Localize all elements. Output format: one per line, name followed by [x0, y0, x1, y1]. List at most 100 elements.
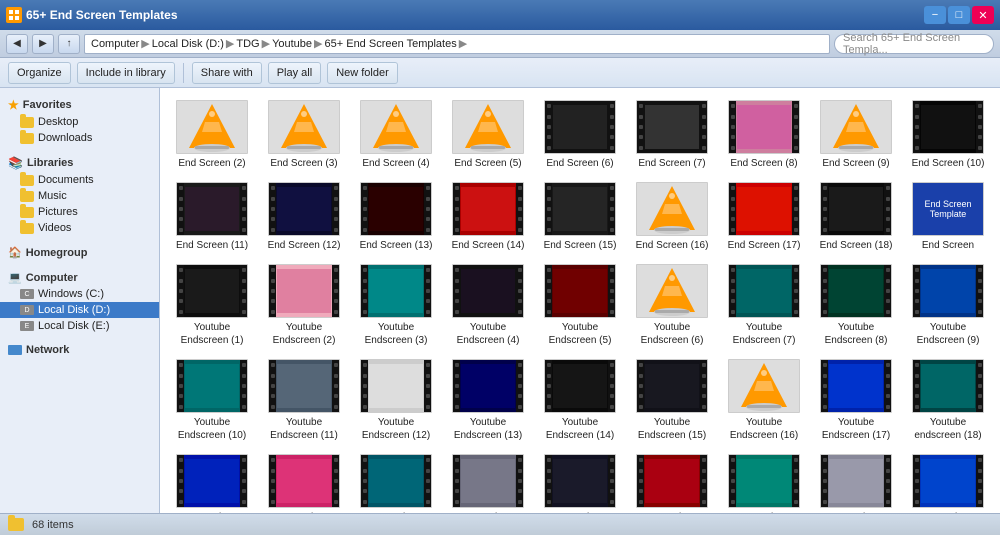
file-item[interactable]: Youtube Endscreen (4) [444, 260, 532, 351]
file-item[interactable]: End Screen (8) [720, 96, 808, 174]
file-item[interactable]: End Screen (5) [444, 96, 532, 174]
file-thumbnail [820, 264, 892, 318]
content-area[interactable]: End Screen (2) End Screen (3) End Screen… [160, 88, 1000, 513]
file-label: Youtube endscreen (22) [446, 511, 530, 513]
file-item[interactable]: Youtube Endscreen (14) [536, 355, 624, 446]
status-bar: 68 items [0, 513, 1000, 535]
file-item[interactable]: End Screen (12) [260, 178, 348, 256]
file-thumbnail [452, 359, 524, 413]
close-button[interactable]: ✕ [972, 6, 994, 24]
file-item[interactable]: Youtube Endscreen (10) [168, 355, 256, 446]
file-item[interactable]: End Screen (11) [168, 178, 256, 256]
file-item[interactable]: Youtube endscreen (25) [720, 450, 808, 513]
file-item[interactable]: End Screen (9) [812, 96, 900, 174]
sidebar-item-videos[interactable]: Videos [0, 220, 159, 236]
file-item[interactable]: End Screen (13) [352, 178, 440, 256]
sidebar-item-music[interactable]: Music [0, 188, 159, 204]
file-label: End Screen (13) [360, 239, 433, 252]
up-button[interactable]: ↑ [58, 34, 80, 54]
status-folder-icon [8, 518, 24, 531]
breadcrumb-youtube[interactable]: Youtube [272, 38, 312, 50]
file-item[interactable]: Youtube Endscreen (5) [536, 260, 624, 351]
file-item[interactable]: End Screen (2) [168, 96, 256, 174]
forward-button[interactable]: ▶ [32, 34, 54, 54]
file-item[interactable]: Youtube endscreen (26) [812, 450, 900, 513]
file-item[interactable]: Youtube endscreen (18) [904, 355, 992, 446]
file-item[interactable]: Youtube endscreen (21) [352, 450, 440, 513]
maximize-button[interactable]: □ [948, 6, 970, 24]
file-item[interactable]: Youtube endscreen (23) [536, 450, 624, 513]
sidebar-item-local-e[interactable]: E Local Disk (E:) [0, 318, 159, 334]
breadcrumb-folder[interactable]: 65+ End Screen Templates [325, 38, 457, 50]
sidebar-item-pictures[interactable]: Pictures [0, 204, 159, 220]
file-label: End Screen (8) [730, 157, 797, 170]
file-item[interactable]: Youtube Endscreen (1) [168, 260, 256, 351]
file-item[interactable]: End Screen (3) [260, 96, 348, 174]
file-thumbnail [912, 359, 984, 413]
file-item[interactable]: End Screen (6) [536, 96, 624, 174]
file-item[interactable]: Youtube endscreen (19) [168, 450, 256, 513]
file-item[interactable]: End Screen (16) [628, 178, 716, 256]
breadcrumb[interactable]: Computer ▶ Local Disk (D:) ▶ TDG ▶ Youtu… [84, 34, 830, 54]
sidebar-item-documents[interactable]: Documents [0, 172, 159, 188]
file-thumbnail [728, 454, 800, 508]
sidebar-item-local-d[interactable]: D Local Disk (D:) [0, 302, 159, 318]
sidebar-item-windows-c[interactable]: C Windows (C:) [0, 286, 159, 302]
sep1: ▶ [141, 37, 149, 50]
organize-button[interactable]: Organize [8, 62, 71, 84]
file-item[interactable]: Youtube Endscreen (15) [628, 355, 716, 446]
file-label: Youtube Endscreen (16) [722, 416, 806, 442]
file-label: End Screen (18) [820, 239, 893, 252]
back-button[interactable]: ◀ [6, 34, 28, 54]
sidebar-item-desktop[interactable]: Desktop [0, 114, 159, 130]
file-item[interactable]: End Screen (7) [628, 96, 716, 174]
file-thumbnail [176, 454, 248, 508]
file-label: End Screen (15) [544, 239, 617, 252]
file-item[interactable]: Youtube Endscreen (8) [812, 260, 900, 351]
network-section: Network [0, 340, 159, 358]
file-item[interactable]: End Screen (18) [812, 178, 900, 256]
file-label: Youtube Endscreen (14) [538, 416, 622, 442]
share-with-button[interactable]: Share with [192, 62, 262, 84]
file-item[interactable]: Youtube Endscreen (17) [812, 355, 900, 446]
file-thumbnail [728, 182, 800, 236]
folder-icon [20, 133, 34, 144]
file-item[interactable]: Youtube endscreen (20) [260, 450, 348, 513]
file-label: Youtube Endscreen (11) [262, 416, 346, 442]
libraries-title: 📚 Libraries [0, 152, 159, 172]
file-item[interactable]: Youtube Endscreen (7) [720, 260, 808, 351]
include-library-button[interactable]: Include in library [77, 62, 175, 84]
file-item[interactable]: End Screen (17) [720, 178, 808, 256]
file-item[interactable]: End Screen TemplateEnd Screen [904, 178, 992, 256]
new-folder-button[interactable]: New folder [327, 62, 398, 84]
file-thumbnail [268, 264, 340, 318]
file-item[interactable]: Youtube Endscreen (2) [260, 260, 348, 351]
file-item[interactable]: Youtube Endscreen (9) [904, 260, 992, 351]
breadcrumb-disk[interactable]: Local Disk (D:) [152, 38, 224, 50]
sidebar-item-downloads[interactable]: Downloads [0, 130, 159, 146]
file-thumbnail [636, 359, 708, 413]
file-item[interactable]: End Screen (10) [904, 96, 992, 174]
homegroup-title: 🏠 Homegroup [0, 242, 159, 261]
file-item[interactable]: Youtube Endscreen (16) [720, 355, 808, 446]
file-label: Youtube endscreen (20) [262, 511, 346, 513]
file-item[interactable]: Youtube Endscreen (6) [628, 260, 716, 351]
main-layout: ★ Favorites Desktop Downloads 📚 Librarie… [0, 88, 1000, 513]
play-all-button[interactable]: Play all [268, 62, 321, 84]
minimize-button[interactable]: − [924, 6, 946, 24]
file-item[interactable]: Youtube endscreen (27) [904, 450, 992, 513]
breadcrumb-computer[interactable]: Computer [91, 38, 139, 50]
file-item[interactable]: End Screen (15) [536, 178, 624, 256]
file-item[interactable]: Youtube Endscreen (12) [352, 355, 440, 446]
file-item[interactable]: Youtube endscreen (22) [444, 450, 532, 513]
file-item[interactable]: Youtube endscreen (24) [628, 450, 716, 513]
search-box[interactable]: Search 65+ End Screen Templa... [834, 34, 994, 54]
file-item[interactable]: Youtube Endscreen (13) [444, 355, 532, 446]
file-item[interactable]: End Screen (4) [352, 96, 440, 174]
breadcrumb-tdg[interactable]: TDG [236, 38, 259, 50]
title-bar-left: 65+ End Screen Templates [6, 7, 178, 23]
file-item[interactable]: End Screen (14) [444, 178, 532, 256]
file-item[interactable]: Youtube Endscreen (11) [260, 355, 348, 446]
file-item[interactable]: Youtube Endscreen (3) [352, 260, 440, 351]
file-label: End Screen (16) [636, 239, 709, 252]
